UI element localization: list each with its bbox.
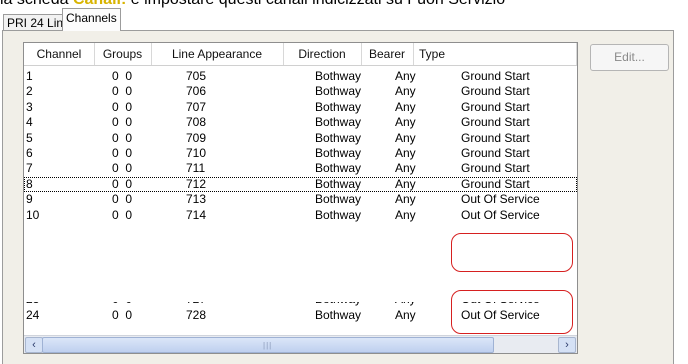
cell-line: 709: [186, 130, 207, 145]
cell-channel: 6: [26, 146, 33, 160]
cell-type: Out Of Service: [461, 207, 540, 222]
cell-line: 706: [186, 84, 207, 99]
cell-bearer: Any: [395, 146, 416, 160]
cell-type: Out Of Service: [461, 192, 540, 207]
cell-type: Ground Start: [461, 146, 530, 160]
cell-bearer: Any: [395, 84, 416, 99]
tab-channels[interactable]: Channels: [62, 8, 121, 31]
cell-groups: 0 0: [112, 176, 133, 191]
cell-direction: Bothway: [315, 192, 362, 207]
caption-highlight: Canali:: [73, 0, 126, 8]
table-row[interactable]: 7 0 0 711 Bothway Any Ground Start: [24, 161, 577, 176]
cell-channel: 8: [26, 176, 33, 191]
cell-line: 708: [186, 115, 207, 130]
cell-direction: Bothway: [315, 161, 362, 176]
cell-bearer: Any: [395, 130, 416, 145]
cell-direction: Bothway: [315, 146, 362, 160]
cell-type: Ground Start: [461, 115, 530, 130]
channels-list[interactable]: Channel Groups Line Appearance Direction…: [23, 42, 578, 354]
cell-groups: 0 0: [112, 161, 133, 176]
cell-line: 712: [186, 176, 207, 191]
cell-direction: Bothway: [315, 176, 362, 191]
cell-groups: 0 0: [112, 146, 133, 160]
cell-direction: Bothway: [315, 207, 362, 222]
horizontal-scrollbar[interactable]: ‹ ||| ›: [24, 335, 577, 353]
cell-channel: 5: [26, 130, 33, 145]
cell-type: Ground Start: [461, 161, 530, 176]
cell-line: 711: [186, 161, 206, 176]
table-row[interactable]: 5 0 0 709 Bothway Any Ground Start: [24, 131, 577, 146]
cell-line: 714: [186, 207, 207, 222]
cell-type: Out Of Service: [461, 308, 540, 322]
table-row[interactable]: 9 0 0 713 Bothway Any Out Of Service: [24, 192, 577, 207]
cell-line: 705: [186, 69, 207, 83]
table-row[interactable]: 10 0 0 714 Bothway Any Out Of Service: [24, 208, 577, 223]
cell-bearer: Any: [395, 308, 416, 322]
cell-type: Ground Start: [461, 99, 530, 114]
cell-direction: Bothway: [315, 69, 362, 83]
scroll-right-icon[interactable]: ›: [558, 337, 576, 353]
cell-direction: Bothway: [315, 99, 362, 114]
column-header-direction[interactable]: Direction: [283, 43, 362, 65]
cell-groups: 0 0: [112, 192, 133, 207]
cell-type: Ground Start: [461, 69, 530, 83]
column-header-type[interactable]: Type: [413, 43, 577, 65]
cell-channel: 10: [26, 207, 40, 222]
cell-bearer: Any: [395, 69, 416, 83]
cell-bearer: Any: [395, 115, 416, 130]
column-header-line-appearance[interactable]: Line Appearance: [151, 43, 284, 65]
cell-direction: Bothway: [315, 84, 362, 99]
cell-groups: 0 0: [112, 130, 133, 145]
cell-channel: 7: [26, 161, 33, 176]
cell-bearer: Any: [395, 161, 416, 176]
scroll-left-icon[interactable]: ‹: [25, 337, 43, 353]
column-header-bearer[interactable]: Bearer: [361, 43, 414, 65]
cell-type: Ground Start: [461, 130, 530, 145]
cell-groups: 0 0: [112, 308, 133, 322]
cell-groups: 0 0: [112, 207, 133, 222]
caption-suffix: e impostare questi canali indicizzati su…: [126, 0, 505, 8]
column-header-groups[interactable]: Groups: [94, 43, 152, 65]
cell-line: 728: [186, 308, 207, 322]
cell-groups: 0 0: [112, 84, 133, 99]
cell-bearer: Any: [395, 176, 416, 191]
table-row[interactable]: 8 0 0 712 Bothway Any Ground Start: [24, 176, 577, 192]
cell-type: Ground Start: [461, 176, 530, 191]
cell-type: Ground Start: [461, 84, 530, 99]
cell-channel: 1: [26, 69, 33, 83]
table-row[interactable]: 3 0 0 707 Bothway Any Ground Start: [24, 100, 577, 115]
caption-prefix: la scheda: [0, 0, 73, 8]
scroll-thumb[interactable]: |||: [42, 337, 494, 353]
column-header-channel[interactable]: Channel: [24, 43, 95, 65]
cell-groups: 0 0: [112, 69, 133, 83]
cell-line: 710: [186, 146, 207, 160]
cell-direction: Bothway: [315, 130, 362, 145]
cell-groups: 0 0: [112, 115, 133, 130]
cell-channel: 2: [26, 84, 33, 99]
cell-bearer: Any: [395, 99, 416, 114]
cell-bearer: Any: [395, 207, 416, 222]
cell-channel: 24: [26, 308, 40, 322]
cell-direction: Bothway: [315, 115, 362, 130]
cell-line: 713: [186, 192, 207, 207]
cell-line: 707: [186, 99, 207, 114]
table-row[interactable]: 4 0 0 708 Bothway Any Ground Start: [24, 115, 577, 130]
table-row[interactable]: 1 0 0 705 Bothway Any Ground Start: [24, 69, 577, 84]
cell-direction: Bothway: [315, 308, 362, 322]
cell-bearer: Any: [395, 192, 416, 207]
table-row[interactable]: 6 0 0 710 Bothway Any Ground Start: [24, 146, 577, 161]
list-gap: [24, 271, 577, 302]
table-row[interactable]: 2 0 0 706 Bothway Any Ground Start: [24, 84, 577, 99]
table-row[interactable]: 24 0 0 728 Bothway Any Out Of Service: [24, 308, 577, 323]
cell-groups: 0 0: [112, 99, 133, 114]
cell-channel: 9: [26, 192, 33, 207]
cell-channel: 3: [26, 99, 33, 114]
edit-button[interactable]: Edit...: [590, 44, 669, 71]
scroll-grip-icon: |||: [263, 341, 273, 350]
cell-channel: 4: [26, 115, 33, 130]
list-header: Channel Groups Line Appearance Direction…: [24, 43, 577, 66]
